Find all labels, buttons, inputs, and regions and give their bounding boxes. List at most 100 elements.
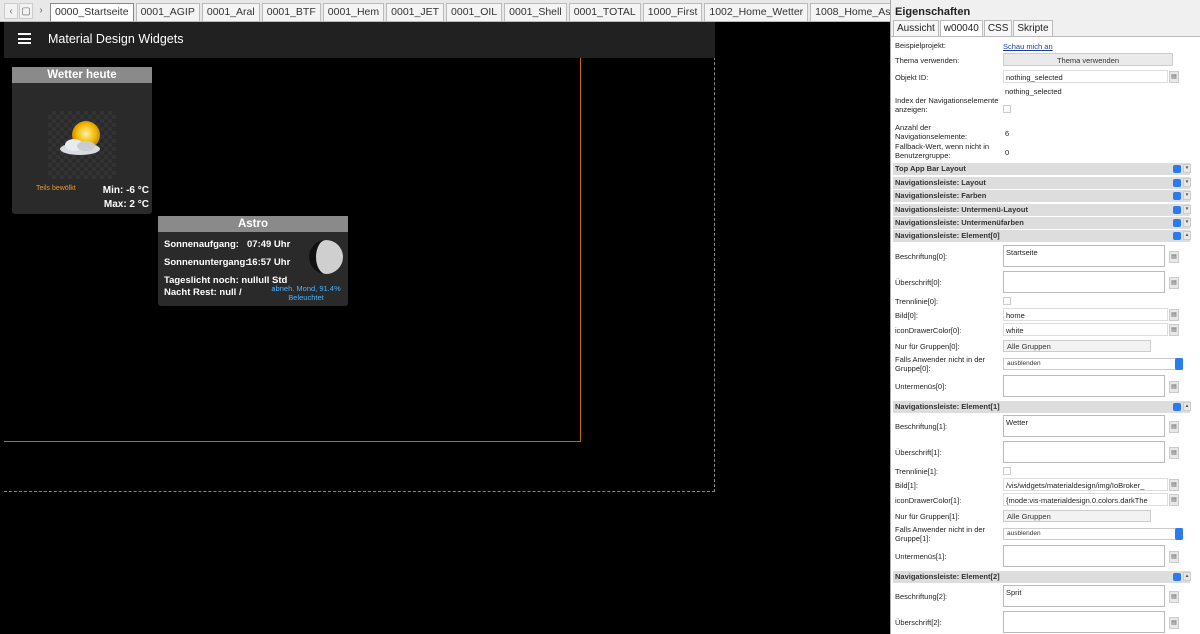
edit-button[interactable]: ▤ xyxy=(1169,494,1179,506)
edit-button[interactable]: ▤ xyxy=(1169,251,1179,263)
tab-aussicht[interactable]: Aussicht xyxy=(893,20,939,36)
edit-button[interactable]: ▤ xyxy=(1169,309,1179,321)
view-tab[interactable]: 1000_First xyxy=(642,3,703,21)
chevron-down-icon[interactable]: ▾ xyxy=(1183,178,1191,187)
view-tab[interactable]: 0001_AGIP xyxy=(135,3,200,21)
panel-tabs: Aussicht w00040 CSS Skripte xyxy=(891,20,1200,37)
chevron-down-icon[interactable]: ▾ xyxy=(1183,164,1191,173)
fallback-input[interactable]: 0 xyxy=(1003,146,1168,159)
icon-color-1-input[interactable]: {mode:vis-materialdesign.0.colors.darkTh… xyxy=(1003,493,1168,506)
checked-icon[interactable] xyxy=(1173,206,1181,214)
view-tab[interactable]: 0001_Aral xyxy=(201,3,260,21)
falls-1-label: Falls Anwender nicht in der Gruppe[1]: xyxy=(895,525,986,543)
chevron-up-icon[interactable]: ▴ xyxy=(1183,572,1191,581)
tab-css[interactable]: CSS xyxy=(983,20,1013,36)
section-title: Navigationsleiste: Layout xyxy=(895,178,986,187)
section-title: Top App Bar Layout xyxy=(895,164,966,173)
anzahl-input[interactable]: 6 xyxy=(1003,127,1168,140)
section-element-2[interactable]: Navigationsleiste: Element[2] ▴ xyxy=(893,571,1191,583)
view-tab[interactable]: 1002_Home_Wetter xyxy=(704,3,809,21)
edit-button[interactable]: ▤ xyxy=(1169,617,1179,629)
section-submenu-layout[interactable]: Navigationsleiste: Untermenü-Layout ▾ xyxy=(893,204,1191,216)
trennlinie-0-checkbox[interactable] xyxy=(1003,297,1011,305)
chevron-down-icon[interactable]: ▾ xyxy=(1183,205,1191,214)
sunrise-value: 07:49 Uhr xyxy=(247,239,291,250)
tab-skripte[interactable]: Skripte xyxy=(1013,20,1053,36)
section-submenu-farben[interactable]: Navigationsleiste: Untermenüfarben ▾ xyxy=(893,217,1191,229)
gruppen-1-select[interactable]: Alle Gruppen xyxy=(1003,510,1151,522)
checked-icon[interactable] xyxy=(1173,403,1181,411)
edit-button[interactable]: ▤ xyxy=(1169,421,1179,433)
thema-button[interactable]: Thema verwenden xyxy=(1003,53,1173,66)
ueberschrift-1-input[interactable] xyxy=(1003,441,1165,463)
checked-icon[interactable] xyxy=(1173,232,1181,240)
objekt-edit-button[interactable]: ▤ xyxy=(1169,71,1179,83)
view-tab[interactable]: 0001_JET xyxy=(386,3,445,21)
gruppen-0-select[interactable]: Alle Gruppen xyxy=(1003,340,1151,352)
chevron-up-icon[interactable]: ▴ xyxy=(1183,402,1191,411)
ueberschrift-2-input[interactable] xyxy=(1003,611,1165,633)
view-tabs: 0000_Startseite 0001_AGIP 0001_Aral 0001_BT… xyxy=(50,3,1025,21)
checked-icon[interactable] xyxy=(1173,573,1181,581)
hamburger-icon[interactable] xyxy=(18,33,31,44)
falls-1-select[interactable]: ausblenden xyxy=(1003,528,1183,540)
chevron-up-icon[interactable]: ▴ xyxy=(1183,231,1191,240)
checked-icon[interactable] xyxy=(1173,165,1181,173)
edit-button[interactable]: ▤ xyxy=(1169,447,1179,459)
checked-icon[interactable] xyxy=(1173,219,1181,227)
beispiel-link[interactable]: Schau mich an xyxy=(1003,42,1053,51)
checked-icon[interactable] xyxy=(1173,192,1181,200)
edit-button[interactable]: ▤ xyxy=(1169,479,1179,491)
view-tab[interactable]: 0001_Hem xyxy=(322,3,385,21)
edit-button[interactable]: ▤ xyxy=(1169,381,1179,393)
gruppen-0-label: Nur für Gruppen[0]: xyxy=(895,342,960,351)
icon-color-0-input[interactable]: white xyxy=(1003,323,1168,336)
weather-title: Wetter heute xyxy=(12,67,152,83)
beschriftung-0-label: Beschriftung[0]: xyxy=(895,252,948,261)
untermenues-1-input[interactable] xyxy=(1003,545,1165,567)
chevron-down-icon[interactable]: ▾ xyxy=(1183,191,1191,200)
view-tab[interactable]: 0001_TOTAL xyxy=(568,3,641,21)
section-title: Navigationsleiste: Untermenüfarben xyxy=(895,218,1024,227)
section-element-0[interactable]: Navigationsleiste: Element[0] ▴ xyxy=(893,230,1191,242)
panel-title: Eigenschaften xyxy=(891,0,1200,20)
trennlinie-1-checkbox[interactable] xyxy=(1003,467,1011,475)
view-tab[interactable]: 0001_BTF xyxy=(261,3,321,21)
moon-illuminated: Beleuchtet xyxy=(288,293,324,302)
edit-button[interactable]: ▤ xyxy=(1169,277,1179,289)
astro-widget[interactable]: Astro Sonnenaufgang: 07:49 Uhr Sonnenunt… xyxy=(158,216,348,306)
beschriftung-0-input[interactable]: Startseite xyxy=(1003,245,1165,267)
chevron-down-icon[interactable]: ▾ xyxy=(1183,218,1191,227)
index-checkbox[interactable] xyxy=(1003,105,1011,113)
tab-widget[interactable]: w00040 xyxy=(939,20,983,36)
view-tab[interactable]: 0001_Shell xyxy=(504,3,567,21)
weather-widget[interactable]: Wetter heute Teils bewölkt Min: -6 °C Ma… xyxy=(12,67,152,214)
chevron-left-icon[interactable]: ‹ xyxy=(4,3,18,19)
moon-icon xyxy=(309,236,345,282)
section-title: Navigationsleiste: Farben xyxy=(895,191,987,200)
edit-button[interactable]: ▤ xyxy=(1169,551,1179,563)
section-nav-farben[interactable]: Navigationsleiste: Farben ▾ xyxy=(893,190,1191,202)
top-app-bar: Material Design Widgets xyxy=(4,22,715,58)
bild-1-input[interactable]: /vis/widgets/materialdesign/img/IoBroker… xyxy=(1003,478,1168,491)
list-icon[interactable]: ▢ xyxy=(19,3,33,19)
bild-0-input[interactable]: home xyxy=(1003,308,1168,321)
section-top-app-bar[interactable]: Top App Bar Layout ▾ xyxy=(893,163,1191,175)
beschriftung-1-input[interactable]: Wetter xyxy=(1003,415,1165,437)
edit-button[interactable]: ▤ xyxy=(1169,591,1179,603)
view-tab[interactable]: 0000_Startseite xyxy=(50,3,134,21)
untermenues-0-input[interactable] xyxy=(1003,375,1165,397)
objekt-id-input[interactable]: nothing_selected xyxy=(1003,70,1168,83)
view-tab[interactable]: 0001_OIL xyxy=(446,3,503,21)
section-element-1[interactable]: Navigationsleiste: Element[1] ▴ xyxy=(893,401,1191,413)
edit-button[interactable]: ▤ xyxy=(1169,324,1179,336)
chevron-right-icon[interactable]: › xyxy=(34,3,48,19)
section-nav-layout[interactable]: Navigationsleiste: Layout ▾ xyxy=(893,177,1191,189)
partly-cloudy-icon xyxy=(48,111,116,179)
beschriftung-2-input[interactable]: Sprit xyxy=(1003,585,1165,607)
moon-phase-text: abneh. Mond, 91.4% Beleuchtet xyxy=(268,284,344,302)
ueberschrift-0-input[interactable] xyxy=(1003,271,1165,293)
icon-color-0-label: iconDrawerColor[0]: xyxy=(895,326,962,335)
falls-0-select[interactable]: ausblenden xyxy=(1003,358,1183,370)
checked-icon[interactable] xyxy=(1173,179,1181,187)
